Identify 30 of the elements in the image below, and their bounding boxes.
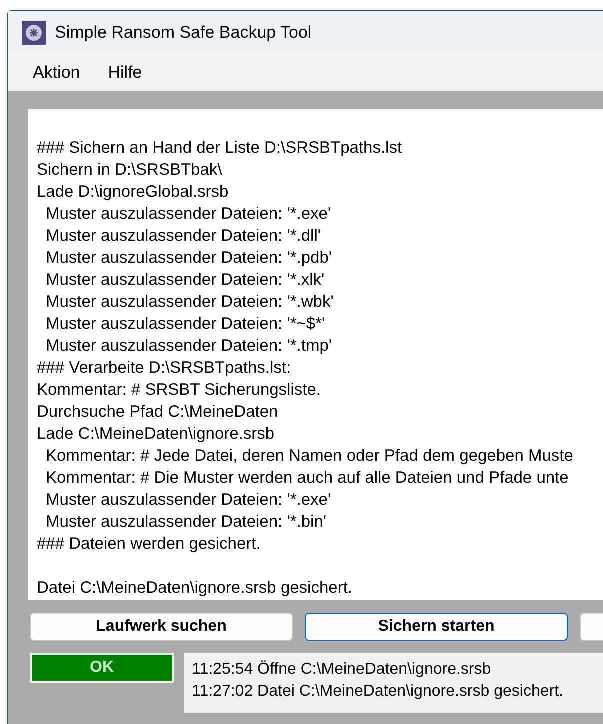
menu-item[interactable]: Aktion [33, 63, 80, 83]
action-button[interactable]: Sichern starten [305, 613, 568, 641]
log-line: Durchsuche Pfad C:\MeineDaten [37, 402, 280, 423]
menu-item[interactable]: Hilfe [108, 63, 142, 83]
status-line: 11:25:54 Öffne C:\MeineDaten\ignore.srsb [192, 660, 492, 680]
app-icon [22, 21, 46, 45]
log-line: Muster auszulassender Dateien: '*.bin' [45, 512, 328, 533]
action-button[interactable]: Laufwerk suchen [30, 613, 293, 641]
status-line: 11:27:02 Datei C:\MeineDaten\ignore.srsb gesichert. [192, 682, 564, 702]
log-line: Kommentar: # Die Muster werden auch auf alle Dateien und Pfade unte [45, 468, 570, 489]
window-title: Simple Ransom Safe Backup Tool [55, 23, 312, 43]
log-line: ### Dateien werden gesichert. [37, 534, 262, 555]
log-line: Muster auszulassender Dateien: '*.dll' [45, 226, 322, 247]
log-line: Lade D:\ignoreGlobal.srsb [37, 182, 230, 203]
log-line: ### Verarbeite D:\SRSBTpaths.lst: [37, 358, 292, 379]
log-line: Muster auszulassender Dateien: '*.pdb' [45, 248, 334, 269]
log-line: Muster auszulassender Dateien: '*.tmp' [45, 336, 334, 357]
log-line: Datei C:\MeineDaten\ignore.srsb gesichert. [37, 578, 354, 599]
log-line: Muster auszulassender Dateien: '*~$*' [45, 314, 326, 335]
log-line: Muster auszulassender Dateien: '*.exe' [45, 490, 332, 511]
log-line: Muster auszulassender Dateien: '*.wbk' [45, 292, 335, 313]
log-line: Kommentar: # Jede Datei, deren Namen oder Pfad dem gegeben Muste [45, 446, 574, 467]
log-line: Lade C:\MeineDaten\ignore.srsb [37, 424, 276, 445]
log-line: Muster auszulassender Dateien: '*.exe' [45, 204, 332, 225]
partial-button[interactable] [580, 613, 603, 641]
status-indicator: OK [30, 653, 174, 683]
log-line: Sichern in D:\SRSBTbak\ [37, 160, 224, 181]
log-line: ### Sichern an Hand der Liste D:\SRSBTpaths.lst [37, 138, 404, 159]
log-line: Kommentar: # SRSBT Sicherungsliste. [37, 380, 322, 401]
log-line: Muster auszulassender Dateien: '*.xlk' [45, 270, 326, 291]
